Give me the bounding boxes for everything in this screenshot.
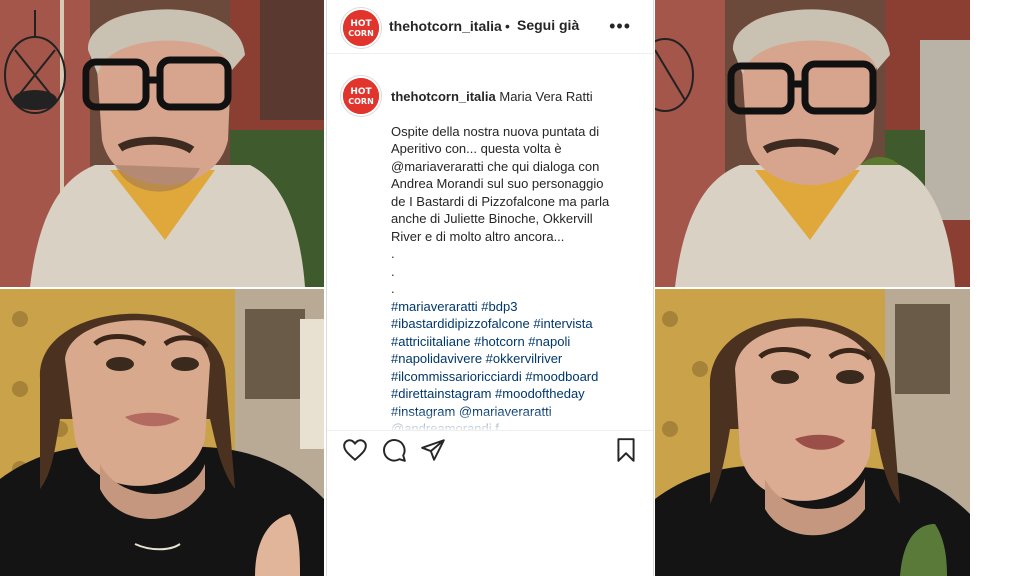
instagram-post-panel: HOT CORN thehotcorn_italia • Segui già •… [326,0,654,576]
caption-line: . [391,281,395,296]
more-options-icon[interactable]: ••• [609,16,631,37]
logo-text-bottom: CORN [348,97,374,106]
logo-text-top: HOT [350,87,372,97]
caption-username[interactable]: thehotcorn_italia [391,89,496,104]
caption-line: . [391,246,395,261]
caption-line: de I Bastardi di Pizzofalcone ma parla [391,193,610,209]
caption-body: Ospite della nostra nuova puntata di Aper… [391,123,641,298]
caption-line: anche di Juliette Binoche, Okkervill [391,211,593,226]
avatar[interactable]: HOT CORN [341,8,381,48]
caption-fade [327,410,653,432]
caption-line: Andrea Morandi sul suo personaggio [391,176,604,191]
header-username[interactable]: thehotcorn_italia [389,18,502,34]
video-left-bottom [0,289,324,576]
heart-icon[interactable] [342,437,368,463]
logo-text-top: HOT [350,19,372,29]
hashtag-line[interactable]: #napolidavivere #okkervilriver [391,350,641,368]
share-icon[interactable] [420,437,446,463]
caption-line: Aperitivo con... questa volta è [391,141,562,156]
hashtag-line[interactable]: #ilcommissarioricciardi #moodboard [391,368,641,386]
hashtag-line[interactable]: #mariaveraratti #bdp3 [391,298,641,316]
caption-title: Maria Vera Ratti [499,89,593,104]
video-left-top [0,0,324,287]
caption-line: River e di molto altro ancora... [391,228,565,244]
hashtag-line[interactable]: #direttainstagram #moodoftheday [391,385,641,403]
bookmark-icon[interactable] [613,437,639,463]
hotcorn-logo-icon: HOT CORN [343,78,379,114]
comment-icon[interactable] [381,437,407,463]
post-header: HOT CORN thehotcorn_italia • Segui già •… [327,0,653,54]
hashtag-line[interactable]: #ibastardidipizzofalcone #intervista [391,315,641,333]
action-bar [327,430,653,471]
logo-text-bottom: CORN [348,29,374,38]
video-right-bottom [655,289,970,576]
video-right-top [655,0,970,287]
post-caption: thehotcorn_italia Maria Vera Ratti Ospit… [391,88,641,438]
caption-line: @mariaveraratti che qui dialoga con [391,158,600,174]
caption-line: Ospite della nostra nuova puntata di [391,123,600,139]
hashtag-line[interactable]: #attriciitaliane #hotcorn #napoli [391,333,641,351]
header-separator: • [505,18,510,34]
follow-button[interactable]: Segui già [517,17,579,33]
caption-line: . [391,263,395,279]
caption-avatar[interactable]: HOT CORN [341,76,381,116]
hotcorn-logo-icon: HOT CORN [343,10,379,46]
